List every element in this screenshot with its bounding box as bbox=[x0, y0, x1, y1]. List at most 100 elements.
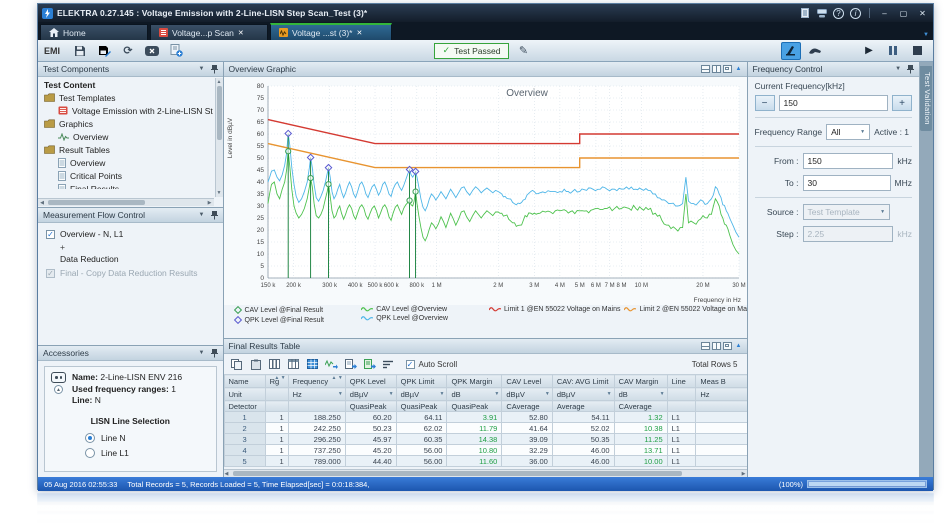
tab-scan-close-icon[interactable]: ✕ bbox=[238, 29, 244, 37]
unit-cell[interactable]: dB▼ bbox=[614, 388, 667, 401]
pin-icon[interactable] bbox=[907, 64, 914, 74]
split-vertical-icon[interactable] bbox=[712, 342, 721, 350]
refresh-icon[interactable]: ⟳ bbox=[118, 42, 138, 60]
scrollbar-thumb[interactable] bbox=[48, 200, 145, 205]
float-window-icon[interactable] bbox=[723, 342, 732, 350]
col-header-line[interactable]: Line bbox=[667, 375, 696, 388]
col-header-qpk-level[interactable]: QPK Level bbox=[345, 375, 396, 388]
legend-item[interactable]: CAV Level @Overview bbox=[361, 306, 485, 313]
frequency-decrement-button[interactable]: − bbox=[755, 95, 775, 111]
unit-dropdown-icon[interactable]: ▼ bbox=[494, 391, 499, 397]
column-header-button[interactable] bbox=[286, 357, 302, 372]
tab-scan[interactable]: Voltage...p Scan ✕ bbox=[150, 24, 268, 40]
unit-dropdown-icon[interactable]: ▼ bbox=[389, 391, 394, 397]
clear-results-button[interactable] bbox=[142, 42, 162, 60]
export-report-button[interactable] bbox=[343, 357, 359, 372]
col-header-meas-b[interactable]: Meas B bbox=[696, 375, 747, 388]
panel-dropdown-icon[interactable]: ▼ bbox=[199, 212, 205, 218]
unit-cell[interactable]: dBµV▼ bbox=[502, 388, 553, 401]
unit-cell[interactable]: dBµV▼ bbox=[396, 388, 447, 401]
tab-overflow-chevron-icon[interactable]: ▼ bbox=[923, 32, 929, 38]
stop-button[interactable] bbox=[907, 42, 927, 60]
scroll-down-icon[interactable]: ▼ bbox=[216, 189, 223, 197]
legend-item[interactable]: Limit 2 @EN 55022 Voltage on Mains bbox=[624, 306, 742, 313]
help-icon[interactable]: ? bbox=[833, 8, 844, 19]
collapse-panel-icon[interactable]: ▲ bbox=[736, 343, 742, 349]
scrollbar-thumb[interactable] bbox=[217, 86, 222, 140]
col-header-cav-margin[interactable]: CAV Margin bbox=[614, 375, 667, 388]
sort-button[interactable] bbox=[381, 357, 397, 372]
column-config-button[interactable] bbox=[267, 357, 283, 372]
report-icon[interactable] bbox=[799, 8, 810, 19]
table-row[interactable]: 41737.25045.2056.0010.8032.2946.0013.71L… bbox=[224, 445, 747, 456]
from-input[interactable]: 150 bbox=[803, 153, 894, 169]
col-header-cav-level[interactable]: CAV Level bbox=[502, 375, 553, 388]
scroll-right-icon[interactable]: ▶ bbox=[206, 199, 214, 207]
panel-dropdown-icon[interactable]: ▼ bbox=[199, 350, 205, 356]
overview-graphic-header[interactable]: Overview Graphic ▲ bbox=[224, 62, 747, 77]
unit-dropdown-icon[interactable]: ▼ bbox=[607, 391, 612, 397]
final-step-checkbox[interactable]: ✓ bbox=[46, 269, 55, 278]
tab-test-active[interactable]: Voltage ...st (3)* ✕ bbox=[270, 23, 392, 40]
col-header-name[interactable]: Name bbox=[224, 375, 265, 388]
tree-item-critical-points[interactable]: Critical Points bbox=[38, 169, 223, 182]
overview-step-checkbox[interactable]: ✓ bbox=[46, 230, 55, 239]
step-input[interactable]: 2.25 bbox=[803, 226, 894, 242]
unit-dropdown-icon[interactable]: ▼ bbox=[545, 391, 550, 397]
info-icon[interactable]: i bbox=[850, 8, 861, 19]
edit-pencil-icon[interactable]: ✎ bbox=[513, 42, 533, 60]
unit-dropdown-icon[interactable]: ▼ bbox=[440, 391, 445, 397]
line-n-radio[interactable]: Line N bbox=[85, 433, 210, 443]
data-reduction-label[interactable]: Data Reduction bbox=[46, 254, 215, 264]
trace-export-button[interactable] bbox=[324, 357, 340, 372]
auto-scroll-checkbox[interactable]: ✓ bbox=[406, 360, 415, 369]
pin-icon[interactable] bbox=[211, 64, 218, 74]
scroll-left-icon[interactable]: ◀ bbox=[225, 470, 229, 477]
pin-icon[interactable] bbox=[211, 210, 218, 220]
table-row[interactable]: 31296.25045.9760.3514.3839.0950.3511.25L… bbox=[224, 434, 747, 445]
unit-dropdown-icon[interactable]: ▼ bbox=[338, 391, 343, 397]
current-frequency-input[interactable]: 150 bbox=[779, 95, 889, 111]
legend-item[interactable]: Limit 1 @EN 55022 Voltage on Mains bbox=[489, 306, 620, 313]
col-header-qpk-limit[interactable]: QPK Limit bbox=[396, 375, 447, 388]
line-l1-radio[interactable]: Line L1 bbox=[85, 448, 210, 458]
export-file-button[interactable] bbox=[362, 357, 378, 372]
tree-horizontal-scrollbar[interactable]: ◀ ▶ bbox=[38, 198, 214, 206]
maximize-button[interactable]: ▢ bbox=[897, 8, 910, 19]
interactive-mode-button[interactable] bbox=[781, 42, 801, 60]
tree-item-overview[interactable]: Overview bbox=[38, 130, 223, 143]
close-button[interactable]: ✕ bbox=[916, 8, 929, 19]
tree-item-result-tables[interactable]: Result Tables bbox=[38, 143, 223, 156]
unit-cell[interactable]: dB▼ bbox=[447, 388, 502, 401]
table-row[interactable]: 21242.25050.2362.0211.7941.6452.0210.38L… bbox=[224, 423, 747, 434]
split-horizontal-icon[interactable] bbox=[701, 65, 710, 73]
pin-icon[interactable] bbox=[211, 348, 218, 358]
copy-button[interactable] bbox=[229, 357, 245, 372]
float-window-icon[interactable] bbox=[723, 65, 732, 73]
tree-item-voltage-emission-with-2-line-lis[interactable]: Voltage Emission with 2-Line-LISN St bbox=[38, 104, 223, 117]
collapse-panel-icon[interactable]: ▲ bbox=[736, 66, 742, 72]
tree-item-final-results[interactable]: Final Results bbox=[38, 182, 223, 189]
save-as-button[interactable] bbox=[94, 42, 114, 60]
add-report-button[interactable] bbox=[166, 42, 186, 60]
tree-vertical-scrollbar[interactable]: ▲ ▼ bbox=[215, 78, 223, 197]
save-button[interactable] bbox=[70, 42, 90, 60]
scrollbar-thumb[interactable] bbox=[233, 471, 683, 476]
panel-dropdown-icon[interactable]: ▼ bbox=[895, 66, 901, 72]
frequency-control-header[interactable]: Frequency Control ▼ bbox=[748, 62, 920, 77]
col-header-cav-avg-limit[interactable]: CAV: AVG Limit bbox=[552, 375, 614, 388]
scroll-up-icon[interactable]: ▲ bbox=[216, 78, 223, 86]
overview-chart[interactable]: 05101520253035404550556065707580150 k200… bbox=[224, 77, 747, 305]
final-results-header[interactable]: Final Results Table ▲ bbox=[224, 339, 747, 354]
scroll-left-icon[interactable]: ◀ bbox=[38, 199, 46, 207]
col-header-frequency[interactable]: Frequency▲ ▼ bbox=[288, 375, 345, 388]
col-header-rg[interactable]: Rg▲ ▼ bbox=[265, 375, 288, 388]
test-components-header[interactable]: Test Components ▼ bbox=[38, 62, 223, 77]
frequency-increment-button[interactable]: + bbox=[892, 95, 912, 111]
unit-cell[interactable]: dBµV▼ bbox=[345, 388, 396, 401]
accessories-header[interactable]: Accessories ▼ bbox=[38, 346, 223, 361]
collapse-chevron-icon[interactable]: ▲ bbox=[54, 385, 63, 394]
table-horizontal-scrollbar[interactable]: ◀ ▶ bbox=[224, 469, 747, 477]
legend-item[interactable]: QPK Level @Final Result bbox=[234, 316, 358, 324]
play-button[interactable]: ▶ bbox=[859, 42, 879, 60]
